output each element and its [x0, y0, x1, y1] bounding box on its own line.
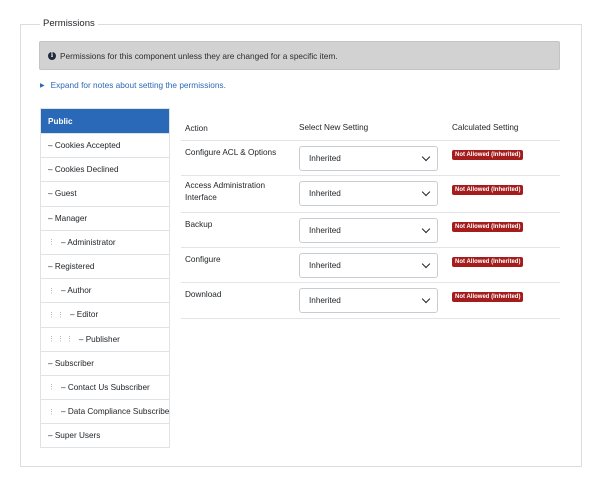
- group-label: – Cookies Declined: [48, 165, 119, 175]
- indent-marker: ⋮ ⋮: [48, 311, 64, 319]
- group-item[interactable]: – Cookies Accepted: [41, 133, 169, 157]
- group-item[interactable]: ⋮ ⋮ – Editor: [41, 302, 169, 326]
- group-item[interactable]: – Super Users: [41, 423, 169, 447]
- group-label: – Data Compliance Subscriber: [61, 407, 169, 417]
- group-item[interactable]: – Guest: [41, 181, 169, 205]
- group-label: – Guest: [48, 189, 77, 199]
- action-label: Access Administration Interface: [185, 181, 266, 202]
- caret-right-icon: ▶: [40, 82, 45, 89]
- chevron-down-icon: [421, 224, 431, 234]
- info-icon: i: [48, 51, 56, 60]
- permissions-table: Action Select New Setting Calculated Set…: [181, 113, 560, 319]
- select-value: Inherited: [309, 226, 341, 235]
- group-item[interactable]: ⋮ – Data Compliance Subscriber: [41, 399, 169, 423]
- select-value: Inherited: [309, 189, 341, 198]
- chevron-down-icon: [421, 259, 431, 269]
- group-label: – Publisher: [78, 334, 120, 344]
- calculated-setting-badge: Not Allowed (Inherited): [452, 292, 524, 302]
- indent-marker: ⋮: [48, 287, 55, 295]
- action-label: Backup: [185, 220, 213, 229]
- setting-select[interactable]: Inherited: [299, 218, 438, 243]
- header-action: Action: [185, 124, 208, 133]
- permission-row: Configure Inherited Not Allowed (Inherited…: [181, 248, 560, 283]
- group-item[interactable]: – Manager: [41, 205, 169, 230]
- group-label: – Author: [61, 286, 92, 296]
- group-label: – Administrator: [61, 237, 116, 247]
- chevron-down-icon: [421, 187, 431, 197]
- indent-marker: ⋮ ⋮ ⋮: [48, 336, 73, 344]
- indent-marker: ⋮: [48, 384, 55, 392]
- group-item[interactable]: ⋮ – Administrator: [41, 229, 169, 254]
- info-alert: i Permissions for this component unless …: [39, 41, 560, 70]
- table-header: Action Select New Setting Calculated Set…: [181, 113, 560, 141]
- group-label: Public: [48, 116, 73, 126]
- group-label: – Super Users: [48, 431, 101, 441]
- expand-notes-link[interactable]: ▶ Expand for notes about setting the per…: [40, 80, 226, 90]
- setting-select[interactable]: Inherited: [299, 253, 438, 278]
- permission-row: Backup Inherited Not Allowed (Inherited): [181, 213, 560, 248]
- calculated-setting-badge: Not Allowed (Inherited): [452, 222, 524, 232]
- header-calculated-setting: Calculated Setting: [452, 123, 519, 132]
- calculated-setting-badge: Not Allowed (Inherited): [452, 185, 524, 195]
- select-value: Inherited: [309, 261, 341, 270]
- group-item[interactable]: – Subscriber: [41, 350, 169, 375]
- group-label: – Registered: [48, 262, 95, 272]
- group-item[interactable]: – Cookies Declined: [41, 157, 169, 181]
- group-label: – Subscriber: [48, 358, 94, 368]
- action-label: Configure: [185, 255, 221, 264]
- group-label: – Editor: [69, 310, 99, 320]
- action-label: Configure ACL & Options: [185, 148, 277, 157]
- chevron-down-icon: [421, 152, 431, 162]
- user-group-list: Public – Cookies Accepted – Cookies Declin…: [40, 108, 170, 449]
- select-value: Inherited: [309, 154, 341, 163]
- setting-select[interactable]: Inherited: [299, 288, 438, 313]
- permission-row: Access Administration Interface Inherited…: [181, 176, 560, 213]
- alert-text: Permissions for this component unless th…: [60, 50, 338, 61]
- select-value: Inherited: [309, 296, 341, 305]
- action-label: Download: [185, 290, 222, 299]
- group-label: – Cookies Accepted: [48, 141, 121, 151]
- calculated-setting-badge: Not Allowed (Inherited): [452, 257, 524, 267]
- indent-marker: ⋮: [48, 239, 55, 247]
- chevron-down-icon: [421, 294, 431, 304]
- permissions-legend: Permissions: [40, 18, 98, 29]
- setting-select[interactable]: Inherited: [299, 146, 438, 171]
- indent-marker: ⋮: [48, 408, 55, 416]
- group-item[interactable]: Public: [41, 109, 169, 133]
- permission-row: Download Inherited Not Allowed (Inherited): [181, 283, 560, 319]
- setting-select[interactable]: Inherited: [299, 181, 438, 206]
- header-select-new-setting: Select New Setting: [299, 123, 369, 132]
- group-label: – Manager: [48, 213, 88, 223]
- calculated-setting-badge: Not Allowed (Inherited): [452, 150, 524, 160]
- permission-row: Configure ACL & Options Inherited Not Allo…: [181, 141, 560, 176]
- group-item[interactable]: ⋮ – Contact Us Subscriber: [41, 374, 169, 399]
- group-item[interactable]: ⋮ ⋮ ⋮ – Publisher: [41, 326, 169, 351]
- expand-notes-label: Expand for notes about setting the permi…: [50, 80, 226, 90]
- group-label: – Contact Us Subscriber: [61, 382, 150, 392]
- group-item[interactable]: ⋮ – Author: [41, 278, 169, 302]
- group-item[interactable]: – Registered: [41, 253, 169, 278]
